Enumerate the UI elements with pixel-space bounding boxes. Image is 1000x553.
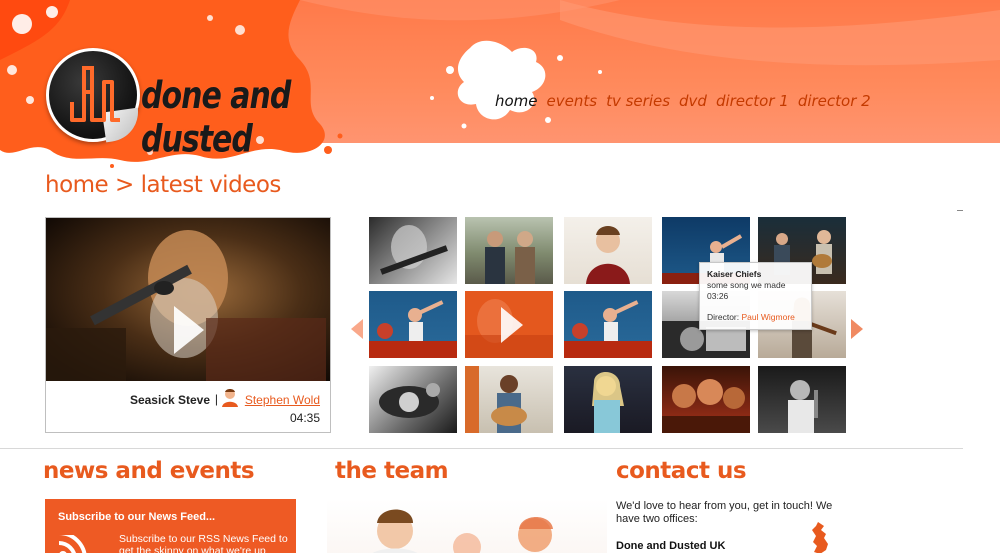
video-thumbnail[interactable] xyxy=(369,366,457,433)
carousel-prev-arrow-icon[interactable] xyxy=(351,319,363,339)
team-section-title: the team xyxy=(335,458,449,484)
featured-video[interactable]: Seasick Steve | Stephen Wold 04:35 xyxy=(45,217,331,433)
video-thumbnail-selected[interactable] xyxy=(465,291,553,358)
video-thumbnail[interactable] xyxy=(564,366,652,433)
video-thumbnail[interactable] xyxy=(564,217,652,284)
video-thumbnail[interactable] xyxy=(465,217,553,284)
news-feed-description: Subscribe to our RSS News Feed to get th… xyxy=(119,533,288,553)
video-thumbnail[interactable] xyxy=(369,217,457,284)
contact-section-title: contact us xyxy=(616,458,747,484)
team-photo-image xyxy=(373,509,553,553)
tooltip-subtitle: some song we made xyxy=(707,280,786,290)
tooltip-title: Kaiser Chiefs xyxy=(707,269,762,279)
meta-separator: | xyxy=(214,392,218,406)
page-breadcrumb: home > latest videos xyxy=(45,172,281,198)
news-feed-box[interactable]: Subscribe to our News Feed... Subscribe … xyxy=(45,499,296,553)
nav-home[interactable]: home xyxy=(495,92,538,110)
video-thumbnail[interactable] xyxy=(465,366,553,433)
news-section-title: news and events xyxy=(43,458,255,484)
play-icon[interactable] xyxy=(174,306,204,354)
site-header: done and dusted home events tv series dv… xyxy=(0,0,1000,168)
featured-video-image xyxy=(46,230,326,381)
featured-video-thumbnail[interactable] xyxy=(46,218,330,381)
nav-events[interactable]: events xyxy=(547,92,598,110)
rss-icon[interactable] xyxy=(55,535,99,553)
featured-artist: Seasick Steve xyxy=(129,393,210,407)
contact-office-name: Done and Dusted UK xyxy=(616,540,726,552)
tooltip-duration: 03:26 xyxy=(707,291,729,301)
video-tooltip: Kaiser Chiefs some song we made 03:26 Di… xyxy=(699,262,812,330)
featured-video-meta: Seasick Steve | Stephen Wold 04:35 xyxy=(46,381,330,432)
section-divider xyxy=(0,448,963,449)
video-thumbnail[interactable] xyxy=(369,291,457,358)
play-icon[interactable] xyxy=(501,307,523,343)
main-nav: home events tv series dvd director 1 dir… xyxy=(495,92,871,110)
video-thumbnail[interactable] xyxy=(564,291,652,358)
carousel-next-arrow-icon[interactable] xyxy=(851,319,863,339)
nav-dvd[interactable]: dvd xyxy=(679,92,707,110)
news-subscribe-heading: Subscribe to our News Feed... xyxy=(58,511,216,523)
logo-wordmark: done and dusted xyxy=(141,74,291,162)
nav-director-2[interactable]: director 2 xyxy=(798,92,871,110)
nav-director-1[interactable]: director 1 xyxy=(716,92,789,110)
site-logo[interactable]: done and dusted xyxy=(46,48,346,162)
video-thumbnail[interactable] xyxy=(662,366,750,433)
featured-duration: 04:35 xyxy=(289,411,320,425)
featured-director-link[interactable]: Stephen Wold xyxy=(245,393,320,407)
tooltip-director-label: Director: xyxy=(707,312,740,322)
uk-map-icon xyxy=(812,522,828,553)
tooltip-director-link[interactable]: Paul Wigmore xyxy=(742,312,795,322)
nav-tv-series[interactable]: tv series xyxy=(606,92,670,110)
director-avatar-icon xyxy=(222,389,238,407)
video-thumbnail[interactable] xyxy=(758,366,846,433)
rule-tick xyxy=(957,210,963,211)
team-photo xyxy=(327,499,607,553)
tooltip-director: Director: Paul Wigmore xyxy=(707,312,804,323)
dd-monogram-logo-icon xyxy=(70,66,120,122)
